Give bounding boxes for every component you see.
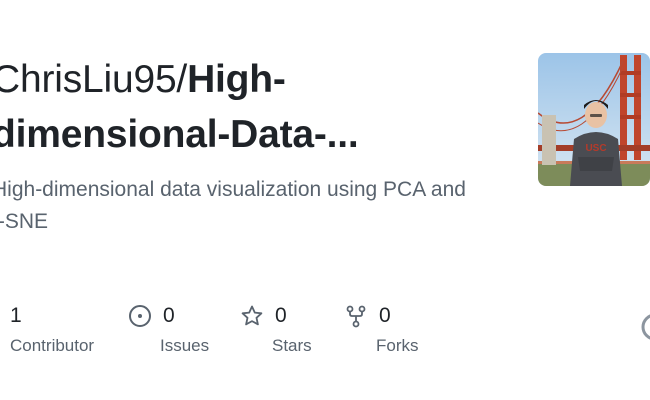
owner-avatar[interactable]: USC (538, 53, 650, 186)
repo-name-part-1: High- (187, 58, 286, 101)
repo-description: High-dimensional data visualization usin… (0, 174, 512, 238)
contributors-count: 1 (10, 304, 22, 327)
repo-stats: 1 Contributor 0 Issues 0 Stars 0 Forks (0, 300, 650, 360)
contributors-label: Contributor (10, 336, 95, 355)
github-logo-icon (640, 312, 650, 342)
repo-social-card: ChrisLiu95/High- dimensional-Data-... Hi… (0, 0, 650, 400)
repo-title[interactable]: ChrisLiu95/High- dimensional-Data-... (0, 52, 512, 162)
stat-issues[interactable]: 0 Issues (127, 300, 209, 356)
stars-count: 0 (275, 304, 287, 327)
issues-label: Issues (160, 336, 210, 355)
forks-count: 0 (379, 304, 391, 327)
forks-label: Forks (376, 336, 419, 355)
repo-title-line-1: ChrisLiu95/High- (0, 52, 512, 107)
stat-stars[interactable]: 0 Stars (239, 300, 312, 356)
star-icon (239, 303, 265, 329)
stat-contributors[interactable]: 1 Contributor (10, 300, 94, 356)
stars-label: Stars (272, 336, 312, 355)
issue-opened-icon (127, 303, 153, 329)
repo-description-line-1: High-dimensional data visualization usin… (0, 178, 466, 201)
repo-forked-icon (343, 303, 369, 329)
repo-owner: ChrisLiu95/ (0, 58, 188, 101)
repo-name-part-2: dimensional-Data-... (0, 113, 359, 156)
avatar-photo: USC (538, 53, 650, 186)
svg-text:USC: USC (585, 143, 606, 154)
repo-description-line-2: t-SNE (0, 210, 49, 233)
stat-forks[interactable]: 0 Forks (343, 300, 419, 356)
issues-count: 0 (163, 304, 175, 327)
